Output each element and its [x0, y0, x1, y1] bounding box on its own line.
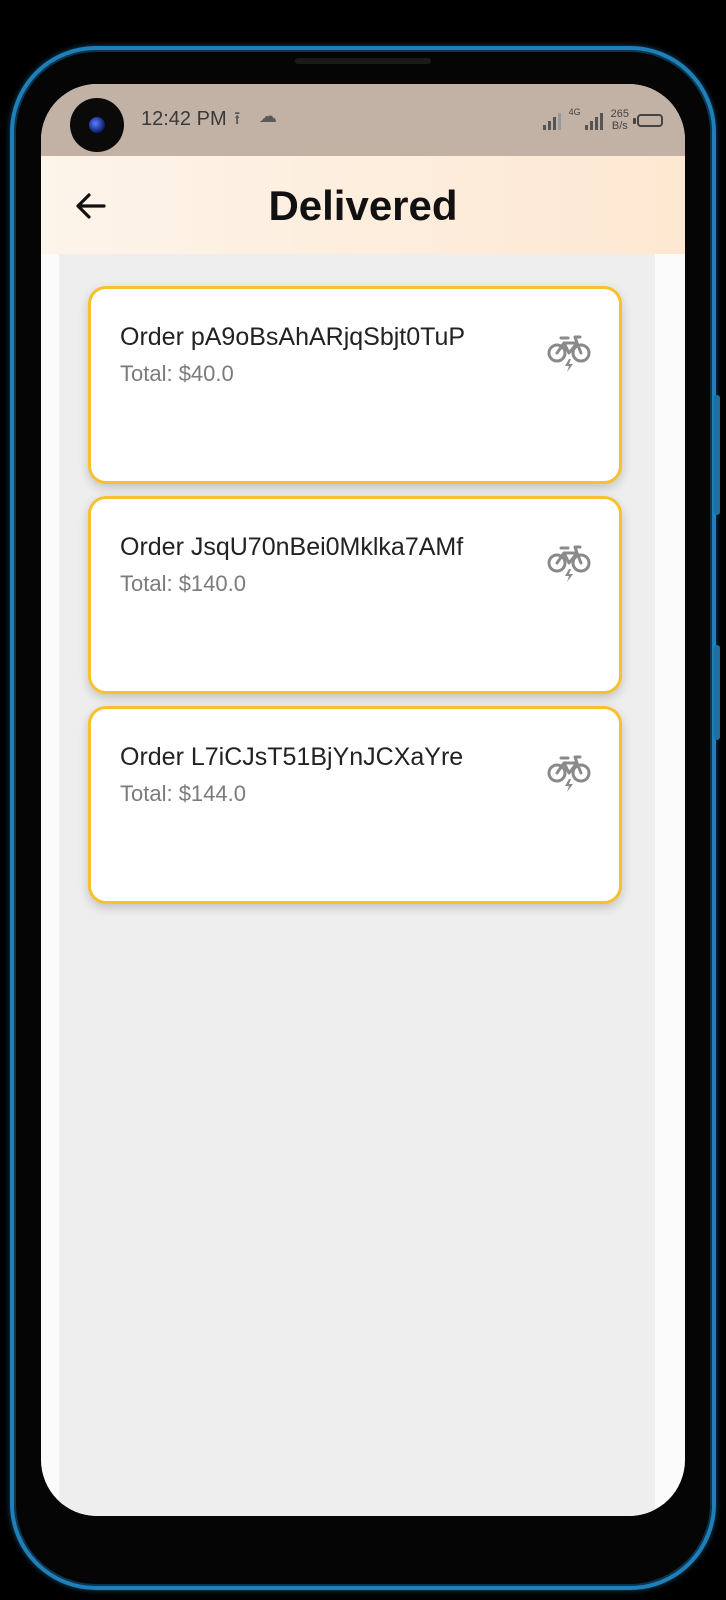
signal-icon [584, 110, 603, 130]
net-speed: 265 B/s [611, 108, 629, 132]
order-title: Order pA9oBsAhARjqSbjt0TuP [120, 323, 466, 351]
network-type: 4G [568, 107, 581, 117]
order-card[interactable]: Order pA9oBsAhARjqSbjt0TuP Total: $40.0 [88, 286, 622, 484]
order-title: Order JsqU70nBei0Mklka7AMf [120, 533, 464, 561]
bicycle-icon [547, 335, 591, 372]
orders-list[interactable]: Order pA9oBsAhARjqSbjt0TuP Total: $40.0 … [59, 254, 655, 1516]
app-header: Delivered [41, 156, 685, 254]
order-title: Order L7iCJsT51BjYnJCXaYre [120, 743, 464, 771]
order-card[interactable]: Order L7iCJsT51BjYnJCXaYre Total: $144.0 [88, 706, 622, 904]
bicycle-icon [547, 755, 591, 792]
order-total: Total: $40.0 [120, 361, 234, 386]
net-speed-value: 265 [610, 108, 629, 120]
bicycle-icon [547, 545, 591, 582]
phone-side-button [714, 645, 720, 740]
screen: 12:42 PM ⭱ ☁ 4G 265 B/s Delivered Order … [41, 84, 685, 1516]
order-total: Total: $140.0 [120, 571, 246, 596]
status-time: 12:42 PM [141, 108, 227, 130]
page-title: Delivered [268, 182, 458, 229]
upload-icon: ⭱ [234, 108, 241, 128]
front-camera [70, 98, 124, 152]
phone-side-button [714, 395, 720, 515]
signal-icon [542, 110, 561, 130]
speaker-grille [295, 58, 431, 64]
net-speed-unit: B/s [611, 120, 628, 132]
status-bar: 12:42 PM ⭱ ☁ 4G 265 B/s [41, 84, 685, 156]
order-card[interactable]: Order JsqU70nBei0Mklka7AMf Total: $140.0 [88, 496, 622, 694]
order-total: Total: $144.0 [120, 781, 246, 806]
status-indicators: 4G 265 B/s [542, 104, 663, 136]
battery-icon [633, 113, 663, 127]
cloud-icon: ☁ [259, 106, 277, 126]
